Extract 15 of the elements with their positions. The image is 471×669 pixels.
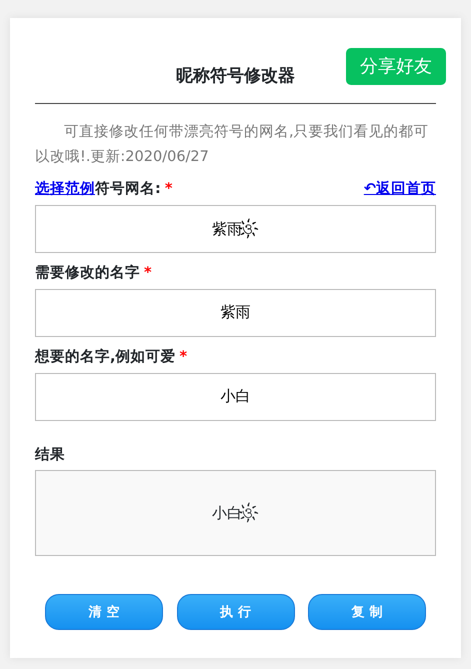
required-mark: * [144, 265, 152, 282]
page-title: 昵称符号修改器 [176, 64, 295, 88]
field-label: 想要的名字,例如可爱 [35, 348, 176, 365]
text-field[interactable]: 紫雨 [35, 288, 436, 337]
text-field[interactable]: 小白 [35, 372, 436, 421]
field-label: 符号网名: [95, 181, 161, 198]
required-mark: * [180, 348, 188, 365]
home-link[interactable]: ↶返回首页 [364, 179, 436, 202]
field-label: 需要修改的名字 [35, 265, 140, 282]
result-box: 小白ও҉ [35, 470, 436, 556]
intro-text: 可直接修改任何带漂亮符号的网名,只要我们看见的都可以改哦!.更新:2020/06/27 [35, 122, 430, 167]
example-link[interactable]: 选择范例 [35, 181, 95, 198]
result-label: 结果 [35, 446, 65, 465]
text-field[interactable]: 紫雨ও҉ [35, 205, 436, 254]
required-mark: * [164, 181, 172, 198]
